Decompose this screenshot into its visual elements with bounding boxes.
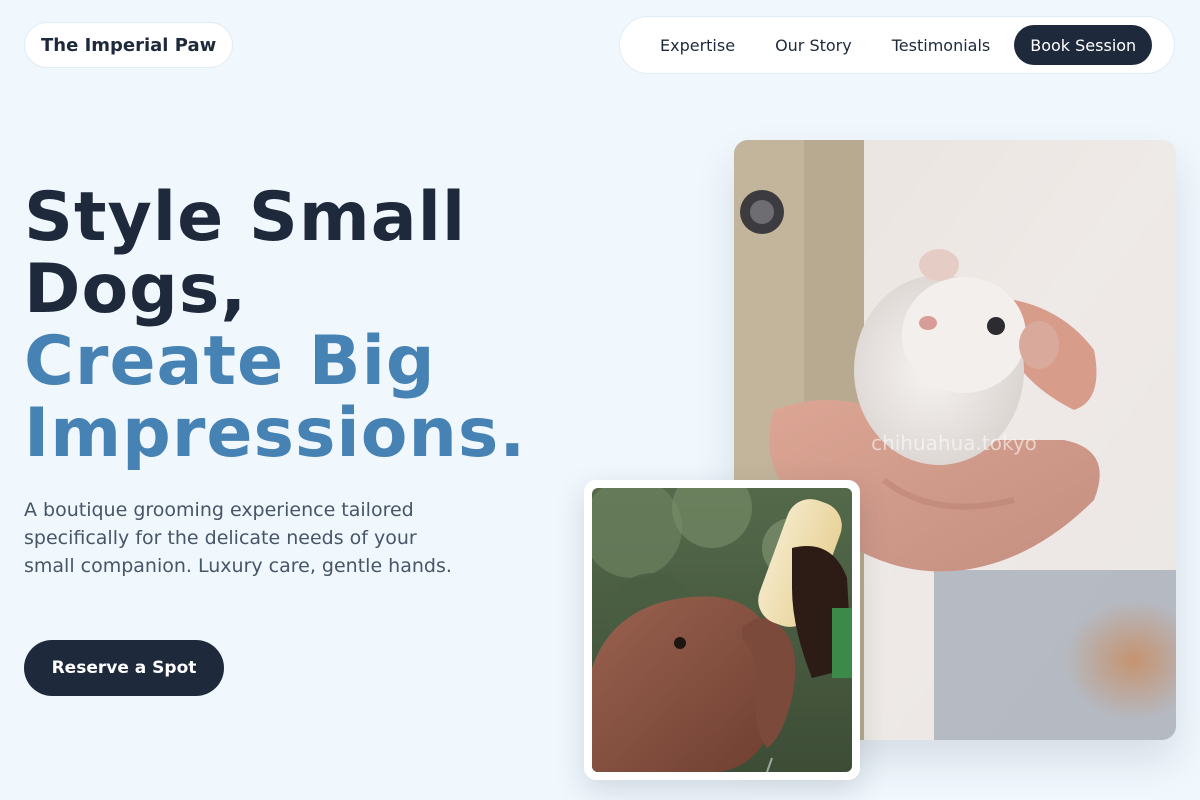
brand-logo[interactable]: The Imperial Paw (24, 22, 234, 68)
nav-link-our-story[interactable]: Our Story (755, 36, 872, 55)
brand-name: The Imperial Paw (41, 34, 217, 56)
hero-title-line-1: Style Small (24, 178, 467, 257)
nav-link-expertise[interactable]: Expertise (640, 36, 755, 55)
hero-title: Style Small Dogs, Create Big Impressions… (24, 182, 624, 470)
nav-link-testimonials[interactable]: Testimonials (872, 36, 1011, 55)
hero-description: A boutique grooming experience tailored … (24, 499, 452, 577)
baby-elephant-photo (592, 488, 852, 772)
watermark-text: chihuahua.tokyo (871, 431, 1037, 455)
baby-elephant-photo-card (584, 480, 860, 780)
hero-title-line-3: Create Big (24, 322, 436, 401)
reserve-spot-button[interactable]: Reserve a Spot (24, 640, 224, 696)
hero-title-line-4: Impressions. (24, 394, 527, 473)
top-navigation: Expertise Our Story Testimonials Book Se… (619, 16, 1175, 74)
book-session-button[interactable]: Book Session (1014, 25, 1153, 65)
hero-title-line-2: Dogs, (24, 250, 248, 329)
